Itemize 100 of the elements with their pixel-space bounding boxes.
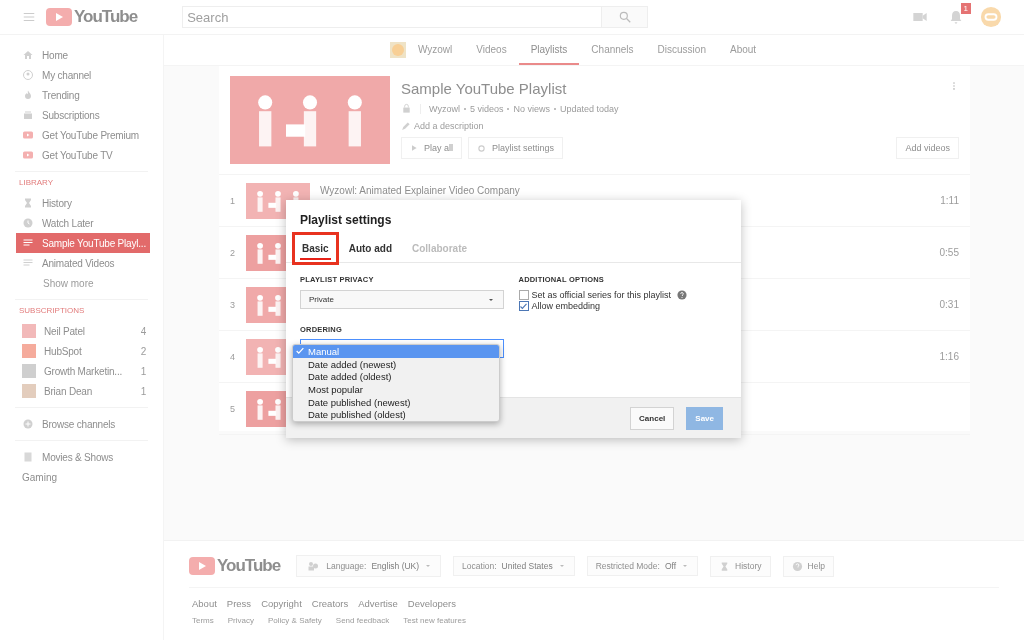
checkbox-label: Allow embedding [531,301,601,311]
list-icon [22,257,34,269]
footer-link[interactable]: Policy & Safety [268,616,322,625]
play-icon [22,149,34,161]
sidebar-item[interactable]: Sample YouTube Playl... [16,233,150,253]
sidebar-item[interactable]: Watch Later [16,213,150,233]
channel-tab[interactable]: Wyzowl [405,35,465,65]
footer-link[interactable]: Developers [407,598,456,609]
row-index: 2 [230,247,236,258]
avatar-icon [980,6,1002,28]
description-field[interactable]: Add a description [414,121,484,131]
channel-tab[interactable]: Videos [464,35,519,65]
row-index: 4 [230,351,236,362]
dialog-tab[interactable]: Auto add [338,235,402,262]
person-icon [22,69,34,81]
notification-badge: 1 [960,3,971,14]
playlist-meta[interactable]: Wyzowl [429,103,460,114]
play-all-button[interactable]: Play all [401,137,462,159]
sidebar-item[interactable]: My channel [16,65,150,85]
gear-icon [477,143,486,153]
history-button[interactable]: History [710,555,771,577]
footer-link[interactable]: Advertise [358,598,398,609]
footer-link[interactable]: About [192,598,217,609]
footer-picker[interactable]: Language: English (UK) [296,555,442,577]
dropdown-option[interactable]: Date published (newest) [293,395,499,409]
subscription-item[interactable]: HubSpot 2 [16,341,150,361]
film-icon [22,451,34,463]
sidebar-item[interactable]: History [16,193,150,213]
video-duration: 0:55 [939,247,959,258]
picker-label: Location: [462,561,497,571]
checkbox[interactable] [518,290,529,300]
dialog-tab[interactable]: Basic [292,232,339,265]
sidebar-item[interactable]: Subscriptions [16,105,150,125]
footer-link[interactable]: Press [226,598,252,609]
sidebar-item[interactable]: Get YouTube TV [16,145,150,165]
video-title[interactable]: Wyzowl: Animated Explainer Video Company [320,185,520,196]
footer-link[interactable]: Copyright [261,598,302,609]
footer-link[interactable]: Terms [192,616,214,625]
hourglass-icon [22,197,34,209]
menu-icon [22,10,36,24]
sidebar-item[interactable]: Gaming [0,467,163,487]
help-button[interactable]: Help [782,555,834,577]
sidebar-item[interactable]: Browse channels [16,414,150,434]
dialog-title: Playlist settings [299,212,393,227]
caret-icon [424,562,433,570]
show-more-link[interactable]: Show more [0,273,163,293]
picker-label: Restricted Mode: [595,561,660,571]
caret-icon [681,562,690,570]
sidebar-item[interactable]: Get YouTube Premium [16,125,150,145]
playlist-settings-button[interactable]: Playlist settings [468,137,564,159]
subscription-item[interactable]: Brian Dean 1 [16,381,150,401]
add-videos-button[interactable]: Add videos [896,137,959,159]
footer-link[interactable]: Send feedback [335,616,390,625]
footer-link[interactable]: Privacy [227,616,254,625]
subscription-item[interactable]: Neil Patel 4 [16,321,150,341]
row-index: 3 [230,299,236,310]
checkbox-label: Set as official series for this playlist [531,290,671,300]
home-icon [22,49,34,61]
youtube-logo[interactable]: YouTube [46,7,138,27]
video-duration: 1:11 [940,195,959,206]
channel-avatar-icon [22,344,36,358]
pencil-icon [401,121,410,131]
check-icon [295,346,305,357]
playlist-meta: 5 videos [469,103,504,114]
dropdown-option[interactable]: Date added (oldest) [293,370,499,384]
channel-avatar-icon [22,324,36,338]
channel-tab[interactable]: About [717,35,769,65]
channel-avatar-icon [22,364,36,378]
footer-picker[interactable]: Location: United States [453,556,575,576]
playlist-title: Sample YouTube Playlist [401,80,567,97]
lock-icon [401,103,412,114]
channel-tab[interactable]: Discussion [645,35,718,65]
search-icon [617,10,632,24]
sidebar-item[interactable]: Home [16,45,150,65]
dropdown-option[interactable]: Manual [293,345,499,358]
play-icon [410,144,418,152]
row-index: 1 [230,195,236,206]
footer-link[interactable]: Creators [311,598,349,609]
footer-picker[interactable]: Restricted Mode: Off [586,556,699,576]
dropdown-option[interactable]: Date published (oldest) [293,408,499,422]
playlist-meta: Updated today [559,103,619,114]
bell-icon [948,9,964,25]
flame-icon [22,89,34,101]
plus-circle-icon [22,418,34,430]
checkbox[interactable] [518,301,529,311]
privacy-select[interactable]: Private [300,290,504,309]
subscription-item[interactable]: Growth Marketin... 1 [16,361,150,381]
footer-link[interactable]: Test new features [403,616,466,625]
search-field[interactable]: Search [182,6,603,28]
sidebar-item[interactable]: Movies & Shows [16,447,150,467]
youtube-logo[interactable]: YouTube [189,556,281,576]
dropdown-option[interactable]: Date added (newest) [293,357,499,371]
help-icon[interactable] [676,290,687,300]
picker-label: Language: [326,561,367,571]
cancel-button[interactable]: Cancel [630,406,675,430]
dropdown-option[interactable]: Most popular [293,383,499,396]
channel-tab[interactable]: Channels [579,35,646,65]
sidebar-item[interactable]: Animated Videos [16,253,150,273]
sidebar-item[interactable]: Trending [16,85,150,105]
playlist-meta: No views [513,103,550,114]
